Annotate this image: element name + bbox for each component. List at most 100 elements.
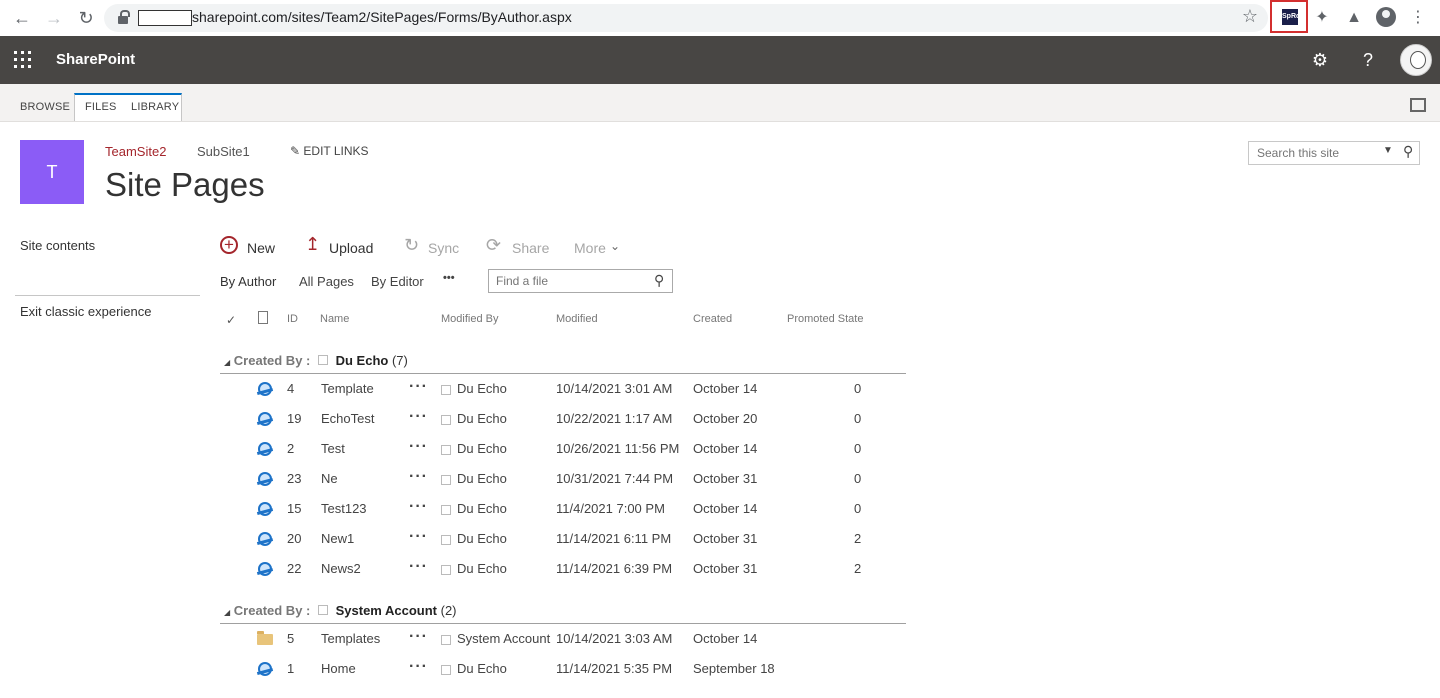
- puzzle-icon[interactable]: ✦: [1310, 6, 1334, 30]
- view-all-pages[interactable]: All Pages: [299, 274, 354, 289]
- select-all-checkmark[interactable]: ✓: [226, 313, 236, 327]
- cell-name[interactable]: Ne: [321, 471, 338, 486]
- cell-name[interactable]: EchoTest: [321, 411, 374, 426]
- search-icon[interactable]: ⚲: [1403, 143, 1413, 160]
- cell-modified: 10/22/2021 1:17 AM: [556, 411, 673, 426]
- app-launcher-icon[interactable]: [14, 51, 32, 69]
- ellipsis-menu-icon[interactable]: ···: [409, 628, 428, 646]
- extension-label: SpRc: [1282, 9, 1300, 25]
- group-header[interactable]: ◢ Created By : System Account (2): [224, 603, 457, 618]
- ellipsis-menu-icon[interactable]: ···: [409, 378, 428, 396]
- col-id[interactable]: ID: [287, 313, 298, 325]
- page-title: Site Pages: [105, 166, 265, 203]
- table-row[interactable]: 19 EchoTest ··· Du Echo 10/22/2021 1:17 …: [0, 404, 910, 434]
- site-search-box[interactable]: ▼ ⚲: [1248, 141, 1420, 165]
- edit-links-button[interactable]: ✎ EDIT LINKS: [290, 144, 369, 158]
- reload-icon[interactable]: ↻: [74, 6, 98, 30]
- cell-modified-by[interactable]: Du Echo: [457, 531, 507, 546]
- col-modified[interactable]: Modified: [556, 313, 598, 325]
- profile-icon[interactable]: [1376, 7, 1396, 27]
- table-row[interactable]: 1 Home ··· Du Echo 11/14/2021 5:35 PM Se…: [0, 654, 910, 684]
- toplink-teamsite2[interactable]: TeamSite2: [105, 144, 166, 159]
- help-icon[interactable]: ?: [1356, 48, 1380, 72]
- cell-name[interactable]: Test123: [321, 501, 367, 516]
- presence-icon: [441, 475, 451, 485]
- cell-created: October 31: [693, 471, 758, 486]
- file-type-icon[interactable]: [258, 311, 268, 324]
- cell-modified-by[interactable]: Du Echo: [457, 411, 507, 426]
- upload-icon: ↥: [305, 234, 321, 254]
- find-file-input[interactable]: [494, 273, 648, 289]
- cell-modified-by[interactable]: Du Echo: [457, 471, 507, 486]
- search-icon[interactable]: ⚲: [654, 272, 664, 289]
- tab-library[interactable]: LIBRARY: [131, 101, 179, 113]
- table-row[interactable]: 23 Ne ··· Du Echo 10/31/2021 7:44 PM Oct…: [0, 464, 910, 494]
- cell-modified-by[interactable]: Du Echo: [457, 501, 507, 516]
- tab-browse[interactable]: BROWSE: [20, 101, 70, 113]
- view-by-editor[interactable]: By Editor: [371, 274, 424, 289]
- presence-icon: [441, 565, 451, 575]
- ellipsis-menu-icon[interactable]: ···: [409, 498, 428, 516]
- search-input[interactable]: [1255, 145, 1375, 161]
- cell-modified-by[interactable]: Du Echo: [457, 441, 507, 456]
- col-promoted-state[interactable]: Promoted State: [787, 313, 863, 325]
- kebab-menu-icon[interactable]: ⋮: [1406, 6, 1430, 30]
- table-row[interactable]: 2 Test ··· Du Echo 10/26/2021 11:56 PM O…: [0, 434, 910, 464]
- cell-modified-by[interactable]: Du Echo: [457, 381, 507, 396]
- toplink-subsite1[interactable]: SubSite1: [197, 144, 250, 159]
- bookmark-star-icon[interactable]: ☆: [1242, 6, 1258, 27]
- cell-modified-by[interactable]: Du Echo: [457, 561, 507, 576]
- presence-icon: [441, 505, 451, 515]
- cell-name[interactable]: Templates: [321, 631, 380, 646]
- browser-toolbar: ← → ↻ sharepoint.com/sites/Team2/SitePag…: [0, 0, 1440, 37]
- brand-title[interactable]: SharePoint: [56, 51, 135, 68]
- group-count: (2): [440, 603, 457, 618]
- flask-icon[interactable]: ▲: [1342, 6, 1366, 30]
- view-more-ellipsis[interactable]: •••: [443, 272, 455, 284]
- site-logo[interactable]: T: [20, 140, 84, 204]
- ellipsis-menu-icon[interactable]: ···: [409, 468, 428, 486]
- cell-promoted: 0: [854, 411, 862, 426]
- gear-icon[interactable]: ⚙: [1308, 48, 1332, 72]
- ellipsis-menu-icon[interactable]: ···: [409, 658, 428, 676]
- table-row[interactable]: 4 Template ··· Du Echo 10/14/2021 3:01 A…: [0, 374, 910, 404]
- cell-modified-by[interactable]: Du Echo: [457, 661, 507, 676]
- cell-name[interactable]: News2: [321, 561, 361, 576]
- table-row[interactable]: 20 New1 ··· Du Echo 11/14/2021 6:11 PM O…: [0, 524, 910, 554]
- collapse-triangle-icon[interactable]: ◢: [224, 358, 230, 367]
- group-header[interactable]: ◢ Created By : Du Echo (7): [224, 353, 408, 368]
- address-bar[interactable]: sharepoint.com/sites/Team2/SitePages/For…: [104, 4, 1268, 32]
- back-arrow-icon[interactable]: ←: [10, 6, 34, 30]
- more-label: More: [574, 240, 606, 256]
- cell-created: October 20: [693, 411, 758, 426]
- find-file-box[interactable]: ⚲: [488, 269, 673, 293]
- col-name[interactable]: Name: [320, 313, 349, 325]
- extension-button[interactable]: SpRc: [1270, 0, 1308, 33]
- col-created[interactable]: Created: [693, 313, 732, 325]
- cell-created: October 31: [693, 531, 758, 546]
- quicklaunch-site-contents[interactable]: Site contents: [20, 238, 95, 253]
- cell-modified-by[interactable]: System Account: [457, 631, 550, 646]
- focus-on-content-icon[interactable]: [1410, 98, 1426, 112]
- col-modified-by[interactable]: Modified By: [441, 313, 498, 325]
- table-row[interactable]: 5 Templates ··· System Account 10/14/202…: [0, 624, 910, 654]
- cell-name[interactable]: New1: [321, 531, 354, 546]
- ellipsis-menu-icon[interactable]: ···: [409, 528, 428, 546]
- table-row[interactable]: 22 News2 ··· Du Echo 11/14/2021 6:39 PM …: [0, 554, 910, 584]
- table-row[interactable]: 15 Test123 ··· Du Echo 11/4/2021 7:00 PM…: [0, 494, 910, 524]
- cell-promoted: 0: [854, 441, 862, 456]
- cell-name[interactable]: Template: [321, 381, 374, 396]
- cell-name[interactable]: Home: [321, 661, 356, 676]
- ellipsis-menu-icon[interactable]: ···: [409, 438, 428, 456]
- collapse-triangle-icon[interactable]: ◢: [224, 608, 230, 617]
- avatar[interactable]: [1400, 44, 1432, 76]
- cell-name[interactable]: Test: [321, 441, 345, 456]
- quicklaunch-exit-classic[interactable]: Exit classic experience: [20, 304, 152, 319]
- ellipsis-menu-icon[interactable]: ···: [409, 558, 428, 576]
- forward-arrow-icon[interactable]: →: [42, 6, 66, 30]
- view-by-author[interactable]: By Author: [220, 274, 276, 289]
- ellipsis-menu-icon[interactable]: ···: [409, 408, 428, 426]
- tab-files[interactable]: FILES: [85, 101, 117, 113]
- url-text[interactable]: sharepoint.com/sites/Team2/SitePages/For…: [192, 9, 572, 25]
- caret-down-icon[interactable]: ▼: [1383, 145, 1393, 156]
